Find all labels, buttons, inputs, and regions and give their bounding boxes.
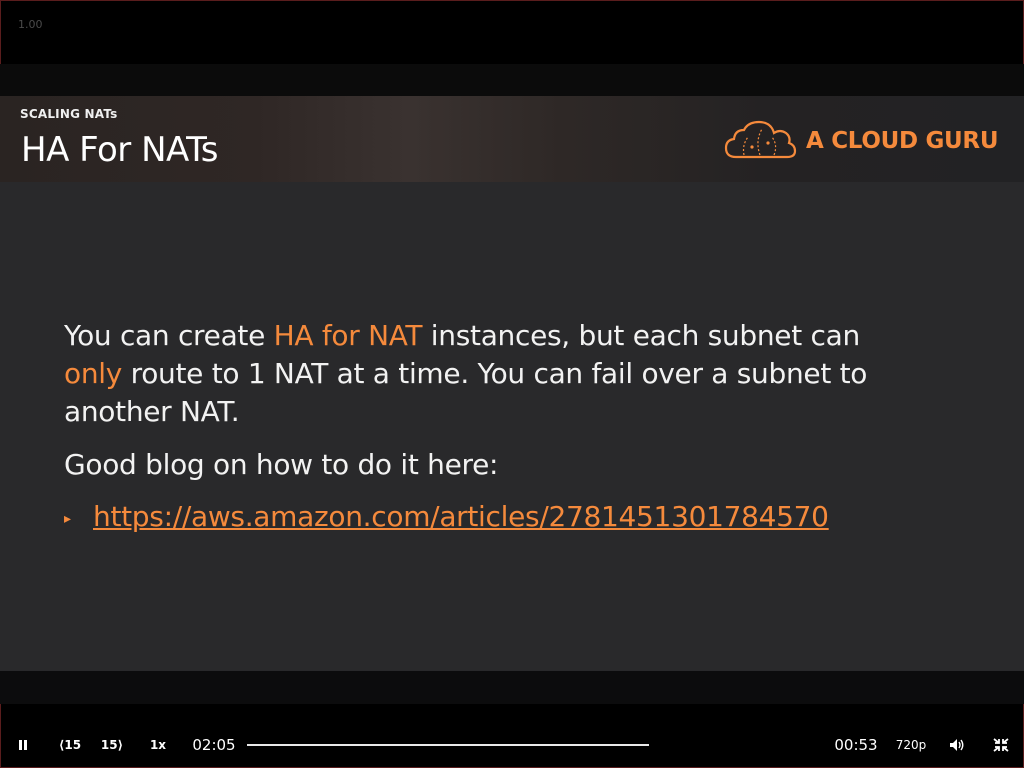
skip-forward-label: 15 (100, 738, 118, 752)
remaining-time: 00:53 (834, 736, 878, 754)
cloud-logo-icon (724, 120, 797, 159)
version-label: 1.00 (18, 18, 43, 31)
player-controls: ⟨ 15 15 ⟩ 1x 02:05 00:53 720p (0, 726, 1024, 764)
exit-fullscreen-icon (993, 738, 1009, 752)
pause-button[interactable] (12, 726, 34, 764)
progress-bar[interactable] (247, 744, 649, 746)
brand-logo: A CLOUD GURU (722, 117, 999, 165)
triangle-bullet-icon: ▸ (64, 511, 72, 527)
para1-highlight-2: only (64, 357, 123, 390)
quality-button[interactable]: 720p (894, 726, 928, 764)
skip-forward-icon: ⟩ (117, 738, 124, 752)
slide-title: HA For NATs (21, 130, 218, 170)
skip-back-button[interactable]: ⟨ 15 (56, 726, 84, 764)
para1-highlight-1: HA for NAT (273, 319, 423, 352)
speed-button[interactable]: 1x (146, 726, 170, 764)
exit-fullscreen-button[interactable] (990, 726, 1012, 764)
top-letterbox (0, 64, 1024, 96)
volume-icon (950, 739, 964, 751)
article-link[interactable]: https://aws.amazon.com/articles/27814513… (93, 498, 829, 536)
slide-paragraph-1: You can create HA for NAT instances, but… (64, 317, 924, 431)
volume-button[interactable] (946, 726, 968, 764)
logo-text: A CLOUD GURU (806, 128, 999, 154)
slide-paragraph-2: Good blog on how to do it here: (64, 448, 499, 481)
para1-text-3: route to 1 NAT at a time. You can fail o… (64, 357, 868, 428)
para1-text-2: instances, but each subnet can (422, 319, 860, 352)
skip-forward-button[interactable]: 15 ⟩ (98, 726, 126, 764)
skip-back-label: 15 (64, 738, 82, 752)
section-label: SCALING NATs (20, 107, 118, 121)
current-time: 02:05 (192, 736, 236, 754)
para1-text-1: You can create (64, 319, 274, 352)
pause-icon (19, 740, 27, 750)
bottom-letterbox (0, 671, 1024, 704)
